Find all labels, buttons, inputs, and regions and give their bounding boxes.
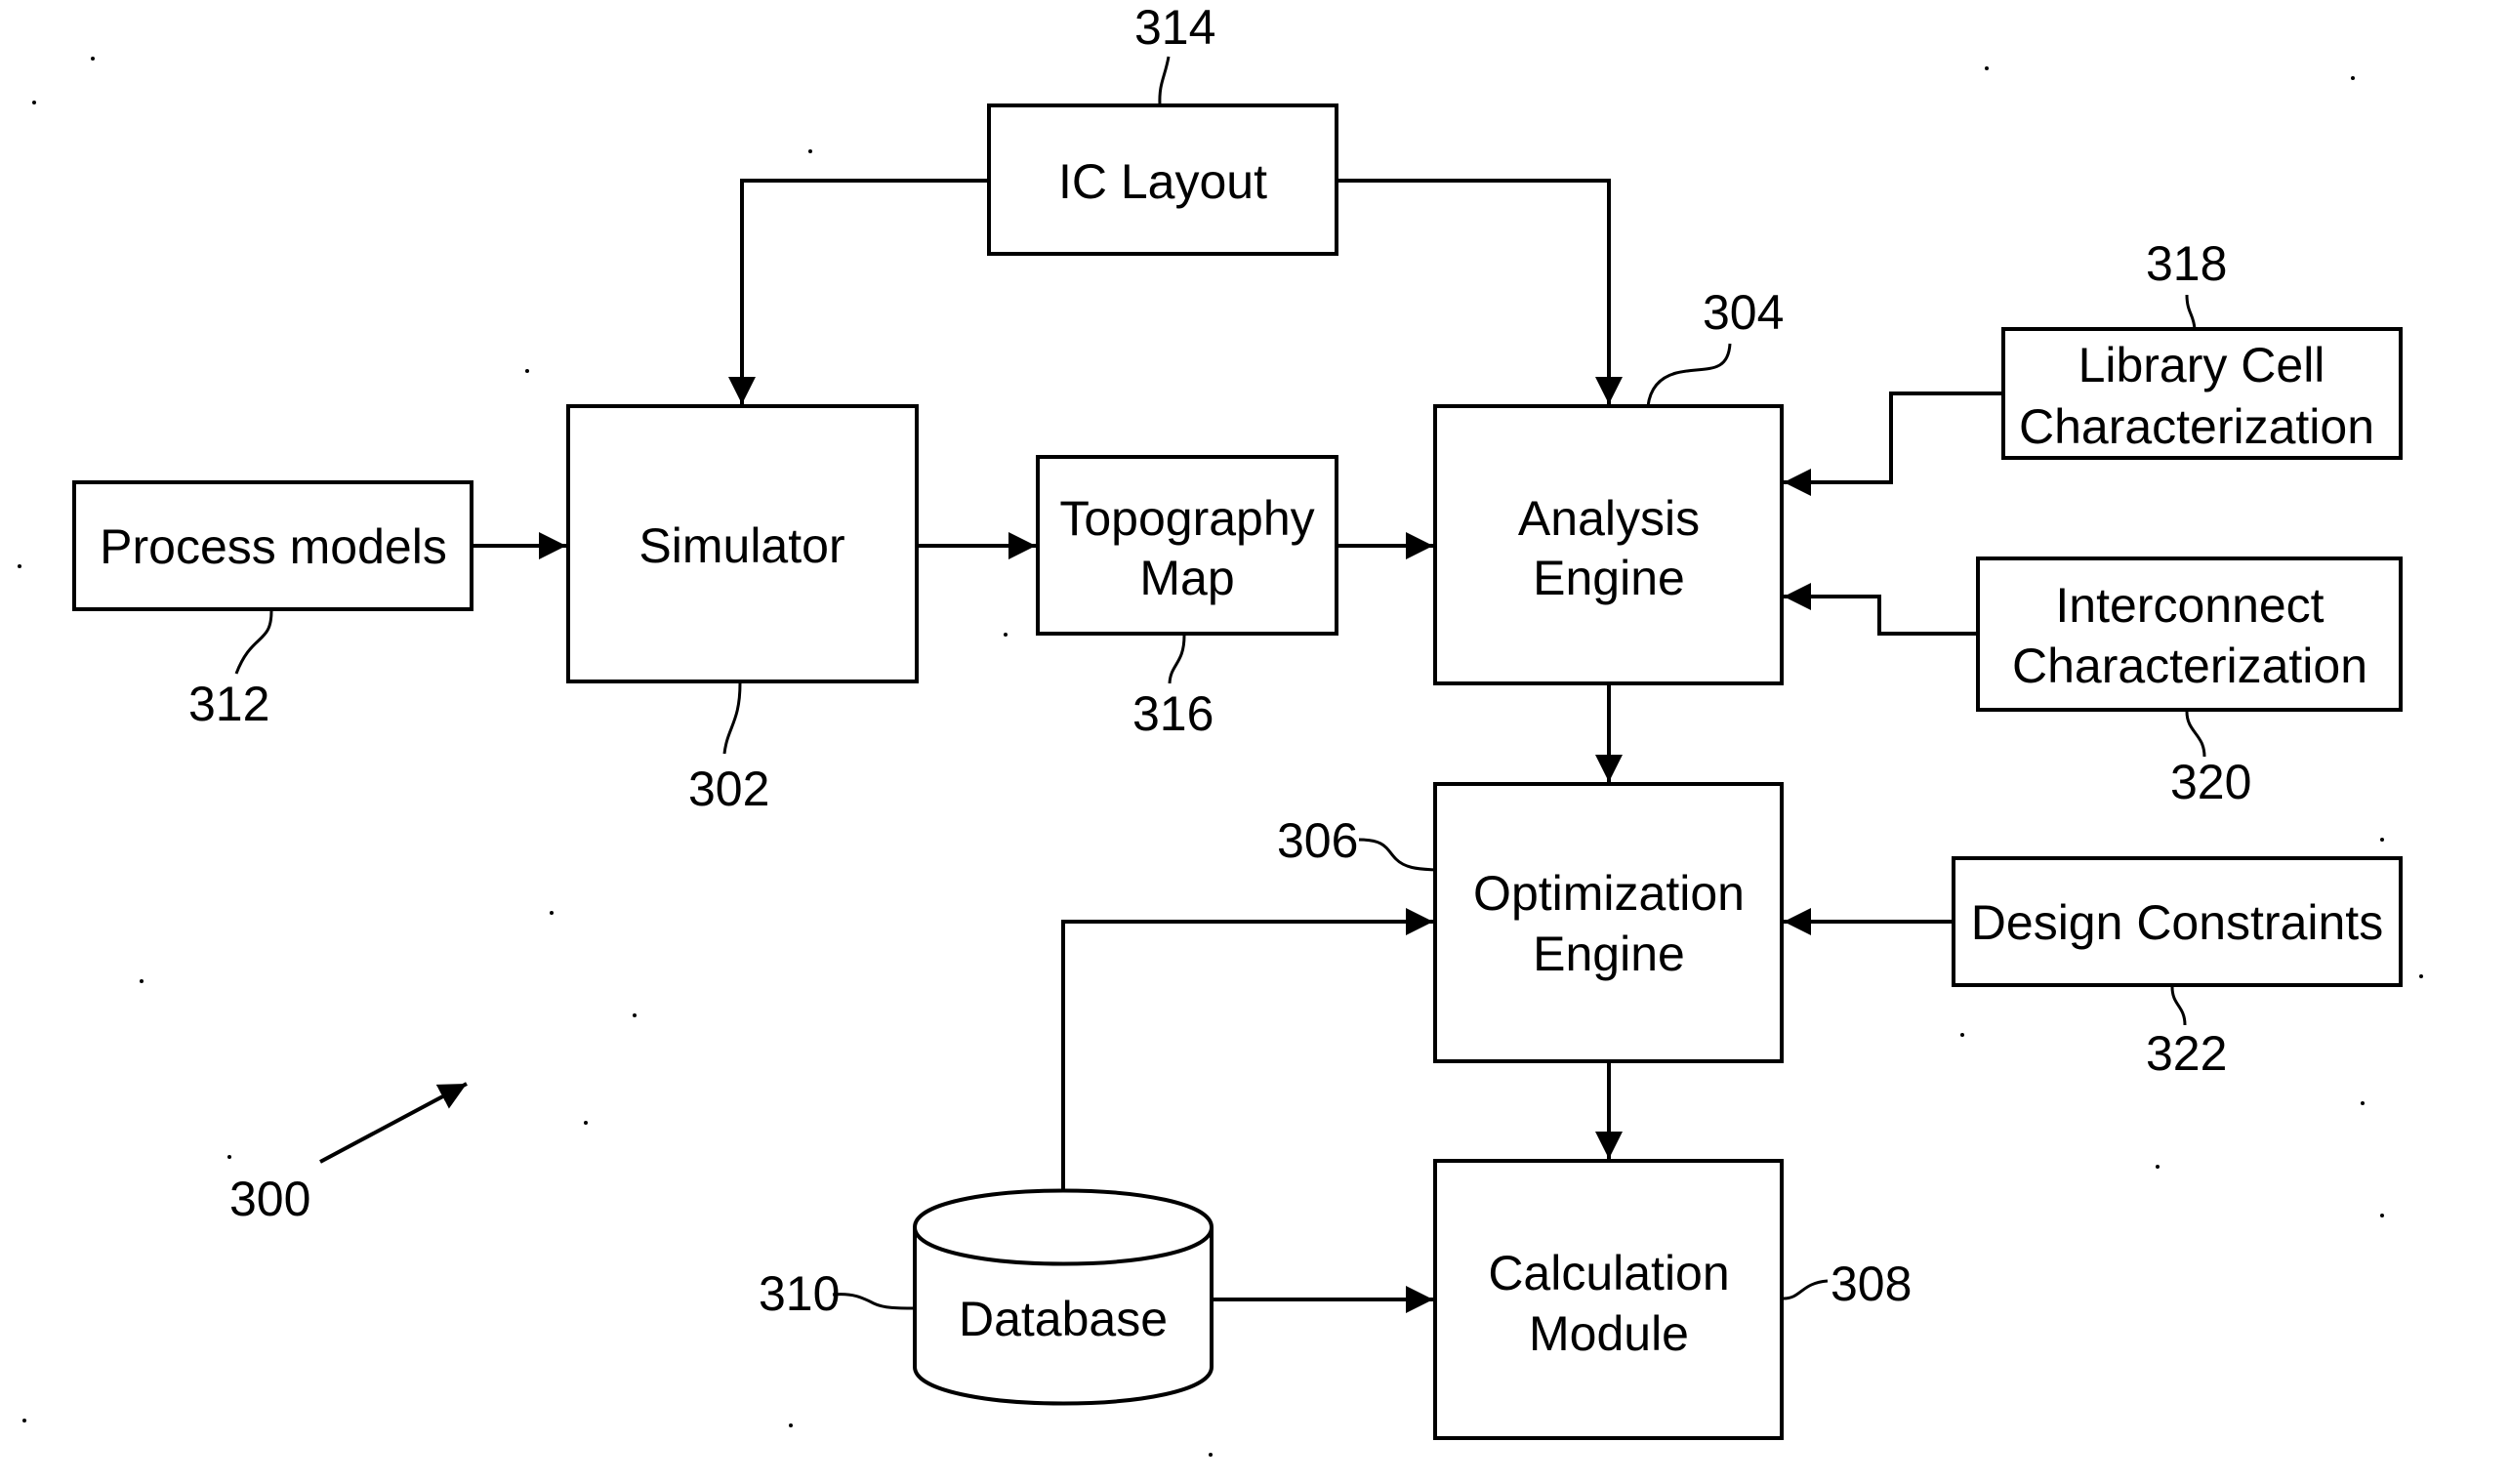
calculation-module-label-line1: Calculation xyxy=(1488,1246,1729,1300)
topography-map-label-line2: Map xyxy=(1139,551,1234,605)
topography-map-label-line1: Topography xyxy=(1059,491,1314,546)
ref-314: 314 xyxy=(1134,0,1215,55)
design-constraints-label: Design Constraints xyxy=(1971,895,2383,950)
ref-320: 320 xyxy=(2170,755,2251,809)
block-simulator: Simulator xyxy=(566,404,919,683)
ref-308: 308 xyxy=(1831,1257,1912,1311)
arrow-interconnect-to-analysis-engine xyxy=(1784,583,1978,636)
arrow-database-to-optimization-engine xyxy=(1061,908,1433,1193)
block-database: Database xyxy=(913,1188,1214,1406)
ref-306: 306 xyxy=(1277,813,1358,868)
interconnect-label-line2: Characterization xyxy=(2012,639,2367,693)
block-library-cell-characterization: Library Cell Characterization xyxy=(2001,327,2403,460)
library-cell-label-line1: Library Cell xyxy=(2078,338,2325,392)
calculation-module-label-line2: Module xyxy=(1529,1306,1689,1361)
arrow-library-cell-to-analysis-engine xyxy=(1784,392,2003,496)
block-ic-layout: IC Layout xyxy=(987,103,1338,256)
library-cell-label-line2: Characterization xyxy=(2019,399,2374,454)
ref-302: 302 xyxy=(688,762,769,816)
simulator-label: Simulator xyxy=(638,518,844,573)
block-topography-map: Topography Map xyxy=(1036,455,1338,636)
block-calculation-module: Calculation Module xyxy=(1433,1159,1784,1440)
ref-318: 318 xyxy=(2146,236,2227,291)
database-label: Database xyxy=(959,1292,1168,1346)
block-design-constraints: Design Constraints xyxy=(1952,856,2403,987)
process-models-label: Process models xyxy=(100,519,447,574)
ref-312: 312 xyxy=(188,677,269,731)
block-optimization-engine: Optimization Engine xyxy=(1433,782,1784,1063)
analysis-engine-label-line2: Engine xyxy=(1533,551,1685,605)
optimization-engine-label-line1: Optimization xyxy=(1473,866,1745,921)
block-interconnect-characterization: Interconnect Characterization xyxy=(1976,556,2403,712)
ref-322: 322 xyxy=(2146,1026,2227,1081)
ref-300: 300 xyxy=(229,1172,310,1226)
analysis-engine-label-line1: Analysis xyxy=(1518,491,1700,546)
arrow-ic-layout-to-simulator xyxy=(728,179,989,404)
ref-304: 304 xyxy=(1703,285,1784,340)
block-process-models: Process models xyxy=(72,480,473,611)
interconnect-label-line1: Interconnect xyxy=(2055,578,2324,633)
ic-layout-label: IC Layout xyxy=(1058,154,1267,209)
figure-pointer-arrow xyxy=(319,1082,468,1164)
block-analysis-engine: Analysis Engine xyxy=(1433,404,1784,685)
optimization-engine-label-line2: Engine xyxy=(1533,927,1685,981)
scan-specks xyxy=(18,57,2423,1457)
ref-310: 310 xyxy=(759,1266,840,1321)
ref-316: 316 xyxy=(1132,686,1214,741)
block-diagram: IC Layout Simulator Process models Topog… xyxy=(18,0,2423,1457)
arrow-ic-layout-to-analysis-engine xyxy=(1337,179,1623,404)
